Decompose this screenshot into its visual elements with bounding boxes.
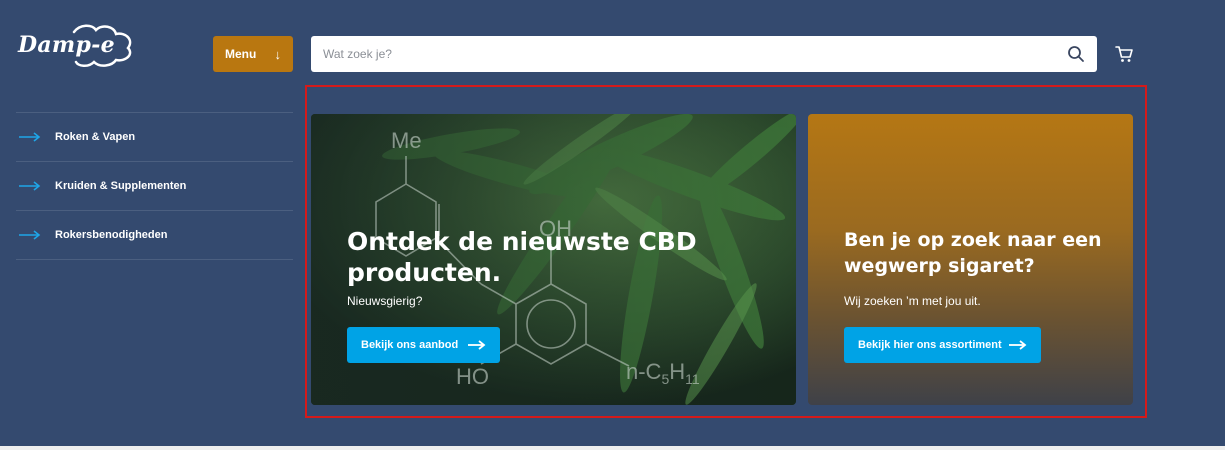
page-footer-edge (0, 446, 1225, 450)
vape-button-label: Bekijk hier ons assortiment (858, 339, 1002, 351)
sidebar-item-label: Roken & Vapen (55, 131, 136, 143)
arrow-right-icon (19, 132, 41, 142)
vape-card-button[interactable]: Bekijk hier ons assortiment (844, 327, 1041, 363)
cbd-card-subtitle: Nieuwsgierig? (347, 294, 423, 308)
cbd-card-button[interactable]: Bekijk ons aanbod (347, 327, 500, 363)
disposable-vape-promo-card[interactable]: Ben je op zoek naar een wegwerp sigaret?… (808, 114, 1133, 405)
sidebar-nav: Roken & Vapen Kruiden & Supplementen Rok… (16, 112, 293, 260)
cbd-promo-card[interactable]: Me OH HO n-C5H11 Ontdek de nieuwste CBD … (311, 114, 796, 405)
sidebar-item-kruiden-supplementen[interactable]: Kruiden & Supplementen (16, 161, 293, 210)
svg-text:Me: Me (391, 128, 422, 153)
cbd-button-label: Bekijk ons aanbod (361, 339, 459, 351)
cart-icon[interactable] (1114, 44, 1134, 64)
cbd-card-title: Ontdek de nieuwste CBD producten. (347, 227, 697, 287)
vape-card-subtitle: Wij zoeken ’m met jou uit. (844, 294, 981, 308)
arrow-right-icon (468, 340, 486, 350)
sidebar-item-roken-vapen[interactable]: Roken & Vapen (16, 112, 293, 161)
arrow-right-icon (1009, 340, 1027, 350)
sidebar-item-rokersbenodigheden[interactable]: Rokersbenodigheden (16, 210, 293, 260)
vape-card-title: Ben je op zoek naar een wegwerp sigaret? (844, 229, 1102, 277)
search-bar (311, 36, 1097, 72)
arrow-right-icon (19, 230, 41, 240)
sidebar-item-label: Rokersbenodigheden (55, 229, 168, 241)
sidebar-item-label: Kruiden & Supplementen (55, 180, 187, 192)
logo-text: Damp-e (18, 32, 115, 58)
search-icon[interactable] (1067, 45, 1085, 63)
arrow-down-icon: ↓ (274, 46, 282, 62)
arrow-right-icon (19, 181, 41, 191)
menu-button[interactable]: Menu ↓ (213, 36, 293, 72)
site-logo[interactable]: Damp-e (14, 22, 138, 74)
search-input[interactable] (311, 36, 1051, 72)
menu-label: Menu (225, 47, 257, 61)
svg-text:HO: HO (456, 364, 489, 389)
